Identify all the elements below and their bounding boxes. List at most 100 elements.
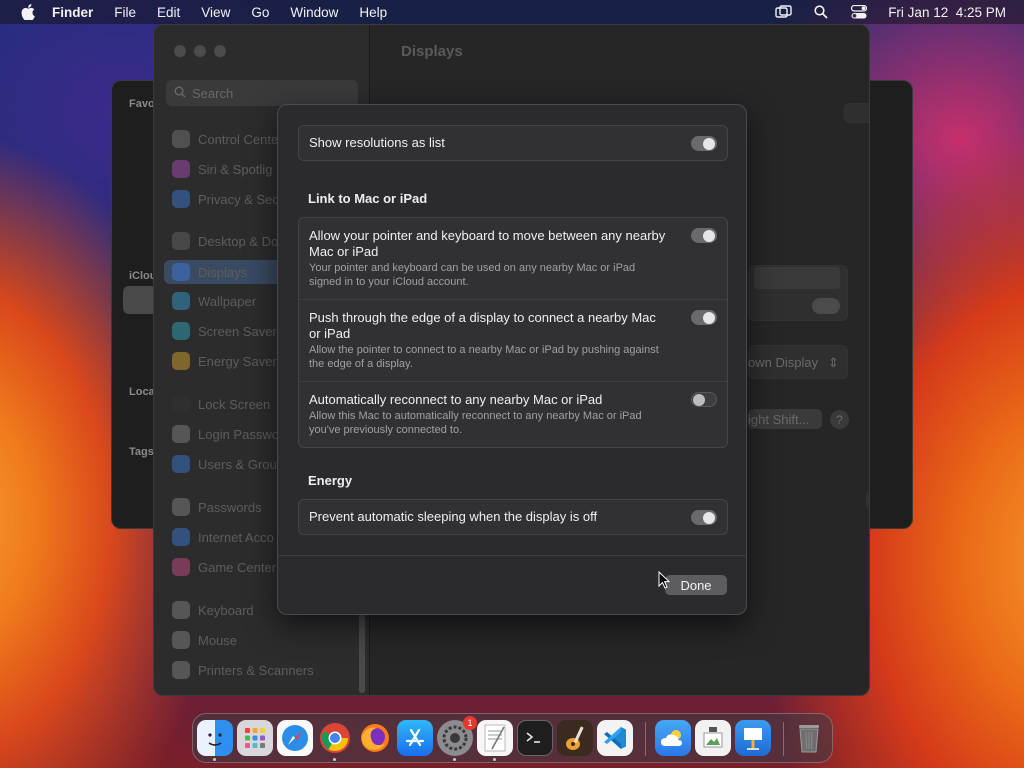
- chevron-updown-icon: ⇕: [828, 355, 839, 370]
- login-password-icon: [172, 425, 190, 443]
- running-indicator: [453, 758, 456, 761]
- sidebar-item-label: Wallpaper: [198, 293, 257, 309]
- sidebar-item-label: Lock Screen: [198, 396, 271, 412]
- settings-search-field[interactable]: Search: [166, 80, 358, 106]
- prevent-sleep-toggle[interactable]: [691, 510, 717, 525]
- auto-reconnect-row: Automatically reconnect to any nearby Ma…: [299, 381, 727, 447]
- screen-saver-icon: [172, 322, 190, 340]
- done-button[interactable]: Done: [665, 575, 727, 595]
- zoom-window-button[interactable]: [214, 45, 226, 57]
- displays-icon: [172, 263, 190, 281]
- sidebar-item-label: Control Cente: [198, 131, 279, 147]
- sidebar-item-wallpaper[interactable]: Wallpaper: [172, 291, 256, 311]
- menu-view[interactable]: View: [201, 5, 230, 20]
- sidebar-item-control-center[interactable]: Control Cente: [172, 129, 278, 149]
- settings-page-title: Displays: [401, 43, 463, 60]
- displays-advanced-sheet: Show resolutions as list Link to Mac or …: [277, 104, 747, 615]
- notification-badge: 1: [463, 716, 477, 730]
- sidebar-item-keyboard[interactable]: Keyboard: [172, 600, 254, 620]
- running-indicator: [493, 758, 496, 761]
- close-window-button[interactable]: [174, 45, 186, 57]
- running-indicator: [213, 758, 216, 761]
- app-store-icon[interactable]: [397, 720, 433, 756]
- sidebar-item-passwords[interactable]: Passwords: [172, 497, 262, 517]
- sidebar-item-login-password[interactable]: Login Passwo: [172, 424, 279, 444]
- menubar-clock[interactable]: Fri Jan 12 4:25 PM: [888, 5, 1006, 20]
- game-center-icon: [172, 558, 190, 576]
- sidebar-item-label: Internet Acco: [198, 529, 274, 545]
- control-center-icon: [172, 130, 190, 148]
- lock-icon: [172, 395, 190, 413]
- sidebar-item-label: Privacy & Sec: [198, 191, 279, 207]
- menu-finder[interactable]: Finder: [52, 5, 93, 20]
- background-display-select-label: own Display: [748, 355, 819, 370]
- finder-sidebar-favorites-label: Favo: [129, 98, 155, 110]
- toggle-knob: [703, 511, 715, 524]
- control-center-icon[interactable]: [850, 4, 868, 20]
- sidebar-item-privacy[interactable]: Privacy & Sec: [172, 189, 279, 209]
- key-icon: [172, 498, 190, 516]
- garageband-icon[interactable]: [557, 720, 593, 756]
- sidebar-item-mouse[interactable]: Mouse: [172, 630, 237, 650]
- preview-icon[interactable]: [695, 720, 731, 756]
- at-sign-icon: [172, 528, 190, 546]
- spotlight-search-icon[interactable]: [812, 4, 830, 20]
- search-icon: [174, 86, 186, 101]
- launchpad-icon[interactable]: [237, 720, 273, 756]
- sidebar-item-game-center[interactable]: Game Center: [172, 557, 276, 577]
- keynote-icon[interactable]: [735, 720, 771, 756]
- background-slider-track: [754, 267, 840, 289]
- chrome-icon[interactable]: [317, 720, 353, 756]
- safari-icon[interactable]: [277, 720, 313, 756]
- textedit-icon[interactable]: [477, 720, 513, 756]
- show-resolutions-group: Show resolutions as list: [298, 125, 728, 161]
- auto-reconnect-toggle[interactable]: [691, 392, 717, 407]
- push-through-edge-toggle[interactable]: [691, 310, 717, 325]
- printer-icon: [172, 661, 190, 679]
- allow-pointer-keyboard-toggle[interactable]: [691, 228, 717, 243]
- minimize-window-button[interactable]: [194, 45, 206, 57]
- menu-go[interactable]: Go: [251, 5, 269, 20]
- finder-selected-item[interactable]: [123, 286, 157, 314]
- sidebar-item-desktop-dock[interactable]: Desktop & Do: [172, 231, 278, 251]
- sidebar-item-siri[interactable]: Siri & Spotlig: [172, 159, 272, 179]
- search-placeholder: Search: [192, 85, 234, 101]
- finder-icon[interactable]: [197, 720, 233, 756]
- toggle-knob: [693, 393, 705, 406]
- background-button: [866, 490, 869, 510]
- background-toggle: [812, 298, 840, 314]
- wallpaper-icon: [172, 292, 190, 310]
- terminal-icon[interactable]: [517, 720, 553, 756]
- keyboard-icon: [172, 601, 190, 619]
- show-resolutions-row: Show resolutions as list: [299, 126, 727, 160]
- sidebar-item-label: Printers & Scanners: [198, 662, 314, 678]
- system-settings-icon[interactable]: 1: [437, 716, 477, 756]
- toggle-knob: [703, 229, 715, 242]
- apple-menu-icon[interactable]: [18, 2, 38, 22]
- sidebar-item-label: Mouse: [198, 632, 238, 648]
- sidebar-item-lock-screen[interactable]: Lock Screen: [172, 394, 270, 414]
- energy-section-title: Energy: [308, 473, 353, 488]
- menu-help[interactable]: Help: [359, 5, 387, 20]
- firefox-icon[interactable]: [357, 720, 393, 756]
- menu-window[interactable]: Window: [290, 5, 338, 20]
- screen-mirroring-icon[interactable]: [774, 4, 792, 20]
- sidebar-item-users-groups[interactable]: Users & Grou: [172, 454, 277, 474]
- sidebar-item-printers-scanners[interactable]: Printers & Scanners: [172, 660, 314, 680]
- sidebar-item-energy-saver[interactable]: Energy Saver: [172, 351, 277, 371]
- sidebar-item-internet-accounts[interactable]: Internet Acco: [172, 527, 274, 547]
- weather-icon[interactable]: [655, 720, 691, 756]
- trash-icon[interactable]: [791, 720, 827, 756]
- sidebar-item-label: Siri & Spotlig: [198, 161, 273, 177]
- push-through-edge-title: Push through the edge of a display to co…: [309, 310, 656, 341]
- sidebar-item-screen-saver[interactable]: Screen Saver: [172, 321, 277, 341]
- menu-file[interactable]: File: [114, 5, 136, 20]
- menu-edit[interactable]: Edit: [157, 5, 180, 20]
- push-through-edge-desc: Allow the pointer to connect to a nearby…: [309, 344, 659, 370]
- mouse-icon: [172, 631, 190, 649]
- desktop-dock-icon: [172, 232, 190, 250]
- show-resolutions-toggle[interactable]: [691, 136, 717, 151]
- link-group: Allow your pointer and keyboard to move …: [298, 217, 728, 448]
- dock-separator: [783, 722, 784, 756]
- vscode-icon[interactable]: [597, 720, 633, 756]
